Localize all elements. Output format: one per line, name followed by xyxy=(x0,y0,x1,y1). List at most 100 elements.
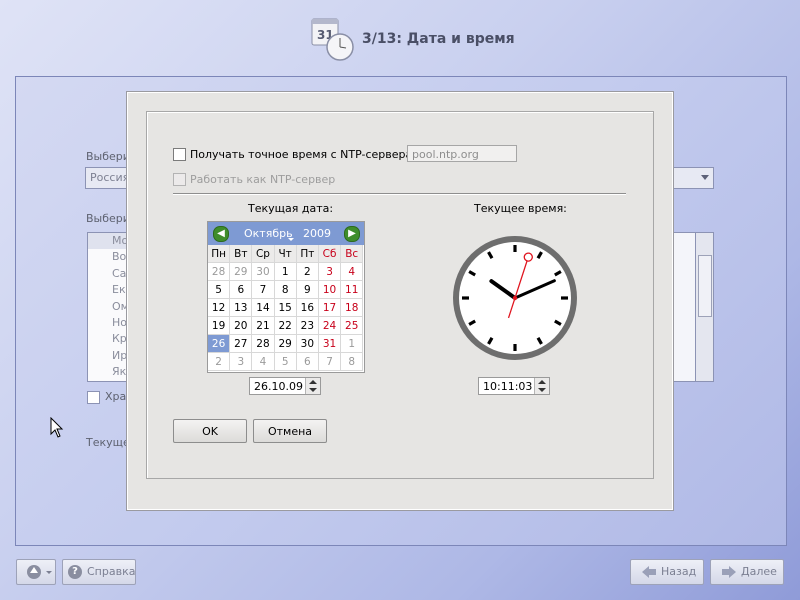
background-timezone-list[interactable]: Мо Во Са Ек Ом Но Кр Ир Як xyxy=(87,232,129,382)
weekday-header: Пт xyxy=(296,245,319,263)
help-label: Справка xyxy=(87,565,136,578)
background-list-item[interactable]: Во xyxy=(88,249,128,265)
mouse-cursor-icon xyxy=(50,417,64,438)
ntp-server-field[interactable]: pool.ntp.org xyxy=(407,145,517,162)
calendar-day[interactable]: 8 xyxy=(341,353,364,371)
background-combo-value: Россия xyxy=(90,171,130,184)
background-list-item[interactable]: Са xyxy=(88,266,128,282)
calendar-day[interactable]: 28 xyxy=(208,263,231,281)
calendar-day[interactable]: 2 xyxy=(296,263,319,281)
calendar-day[interactable]: 28 xyxy=(252,335,275,353)
arrow-up-icon[interactable] xyxy=(538,380,546,384)
calendar-day[interactable]: 3 xyxy=(318,263,342,281)
calendar-day[interactable]: 2 xyxy=(208,353,231,371)
calendar-day[interactable]: 29 xyxy=(230,263,253,281)
background-list-item[interactable]: Мо xyxy=(88,233,128,250)
calendar-day[interactable]: 6 xyxy=(296,353,319,371)
background-list-item[interactable]: Ир xyxy=(88,348,128,364)
help-icon: ? xyxy=(68,565,82,579)
time-value: 10:11:03 xyxy=(483,380,533,393)
weekday-header: Пн xyxy=(208,245,231,263)
weekday-header: Чт xyxy=(274,245,297,263)
ntp-sync-checkbox[interactable] xyxy=(173,148,186,161)
calendar-day[interactable]: 31 xyxy=(318,335,342,353)
calendar-day[interactable]: 29 xyxy=(274,335,297,353)
calendar-grid: Пн Вт Ср Чт Пт Сб Вс 28 29 30 1 2 3 4 5 6 7 8 9 10 11 12 13 14 1… xyxy=(208,245,364,371)
calendar-day[interactable]: 26 xyxy=(208,335,231,353)
next-label: Далее xyxy=(741,565,777,578)
month-dropdown-icon xyxy=(288,238,294,241)
calendar-day[interactable]: 19 xyxy=(208,317,231,335)
calendar-day[interactable]: 11 xyxy=(341,281,364,299)
calendar-month[interactable]: Октябрь xyxy=(244,227,293,240)
date-spinbox[interactable]: 26.10.09 xyxy=(249,377,321,395)
calendar-day[interactable]: 4 xyxy=(341,263,364,281)
background-list-scrollbar[interactable] xyxy=(695,232,714,382)
calendar-day[interactable]: 24 xyxy=(318,317,342,335)
calendar-day[interactable]: 5 xyxy=(208,281,231,299)
ntp-sync-label: Получать точное время с NTP-сервера: xyxy=(190,148,416,161)
calendar-day[interactable]: 23 xyxy=(296,317,319,335)
background-current-label: Текуще xyxy=(86,436,130,449)
calendar-day[interactable]: 6 xyxy=(230,281,253,299)
prev-month-button[interactable]: ◀ xyxy=(213,226,229,242)
chevron-down-icon xyxy=(701,175,709,180)
calendar-day[interactable]: 30 xyxy=(296,335,319,353)
calendar-day[interactable]: 7 xyxy=(252,281,275,299)
calendar-day[interactable]: 8 xyxy=(274,281,297,299)
back-button[interactable]: Назад xyxy=(630,559,704,585)
calendar-day[interactable]: 15 xyxy=(274,299,297,317)
date-stepper[interactable] xyxy=(305,378,320,394)
calendar-day[interactable]: 27 xyxy=(230,335,253,353)
calendar-day[interactable]: 13 xyxy=(230,299,253,317)
calendar-day[interactable]: 25 xyxy=(341,317,364,335)
arrow-down-icon[interactable] xyxy=(309,388,317,392)
calendar-day[interactable]: 18 xyxy=(341,299,364,317)
calendar-day[interactable]: 7 xyxy=(318,353,342,371)
help-button[interactable]: ? Справка xyxy=(62,559,136,585)
calendar-day[interactable]: 1 xyxy=(341,335,364,353)
cancel-button[interactable]: Отмена xyxy=(253,419,327,443)
calendar-day[interactable]: 22 xyxy=(274,317,297,335)
calendar-day[interactable]: 10 xyxy=(318,281,342,299)
chevron-down-icon xyxy=(46,571,52,574)
time-stepper[interactable] xyxy=(534,378,549,394)
calendar-header: ◀ Октябрь 2009 ▶ xyxy=(208,222,364,245)
background-list-item[interactable]: Но xyxy=(88,315,128,331)
calendar-year[interactable]: 2009 xyxy=(303,227,331,240)
calendar-day[interactable]: 5 xyxy=(274,353,297,371)
background-checkbox-label: Хра xyxy=(105,390,127,403)
background-combo-dropdown[interactable] xyxy=(672,167,714,189)
calendar-day[interactable]: 1 xyxy=(274,263,297,281)
time-spinbox[interactable]: 10:11:03 xyxy=(478,377,550,395)
calendar-day[interactable]: 4 xyxy=(252,353,275,371)
date-value: 26.10.09 xyxy=(254,380,303,393)
menu-button[interactable] xyxy=(16,559,56,585)
background-list-item[interactable]: Ом xyxy=(88,299,129,315)
back-label: Назад xyxy=(661,565,697,578)
ok-button[interactable]: OK xyxy=(173,419,247,443)
calendar-day[interactable]: 3 xyxy=(230,353,253,371)
calendar-day[interactable]: 12 xyxy=(208,299,231,317)
arrow-right-icon xyxy=(722,566,736,578)
next-button[interactable]: Далее xyxy=(710,559,784,585)
calendar-day[interactable]: 20 xyxy=(230,317,253,335)
weekday-header: Ср xyxy=(252,245,275,263)
background-country-combo[interactable]: Россия xyxy=(85,167,130,189)
calendar-day[interactable]: 21 xyxy=(252,317,275,335)
arrow-up-icon[interactable] xyxy=(309,380,317,384)
arrow-down-icon[interactable] xyxy=(538,388,546,392)
calendar-day[interactable]: 9 xyxy=(296,281,319,299)
calendar-day[interactable]: 14 xyxy=(252,299,275,317)
background-list-item[interactable]: Кр xyxy=(88,331,128,347)
background-list-item[interactable]: Як xyxy=(88,364,128,380)
background-checkbox[interactable] xyxy=(87,391,100,404)
arrow-left-icon xyxy=(642,566,656,578)
page-title: 3/13: Дата и время xyxy=(362,31,515,47)
ntp-server-mode-checkbox[interactable] xyxy=(173,173,186,186)
next-month-button[interactable]: ▶ xyxy=(344,226,360,242)
calendar-day[interactable]: 30 xyxy=(252,263,275,281)
calendar-day[interactable]: 17 xyxy=(318,299,342,317)
background-list-item[interactable]: Ек xyxy=(88,282,128,298)
calendar-day[interactable]: 16 xyxy=(296,299,319,317)
